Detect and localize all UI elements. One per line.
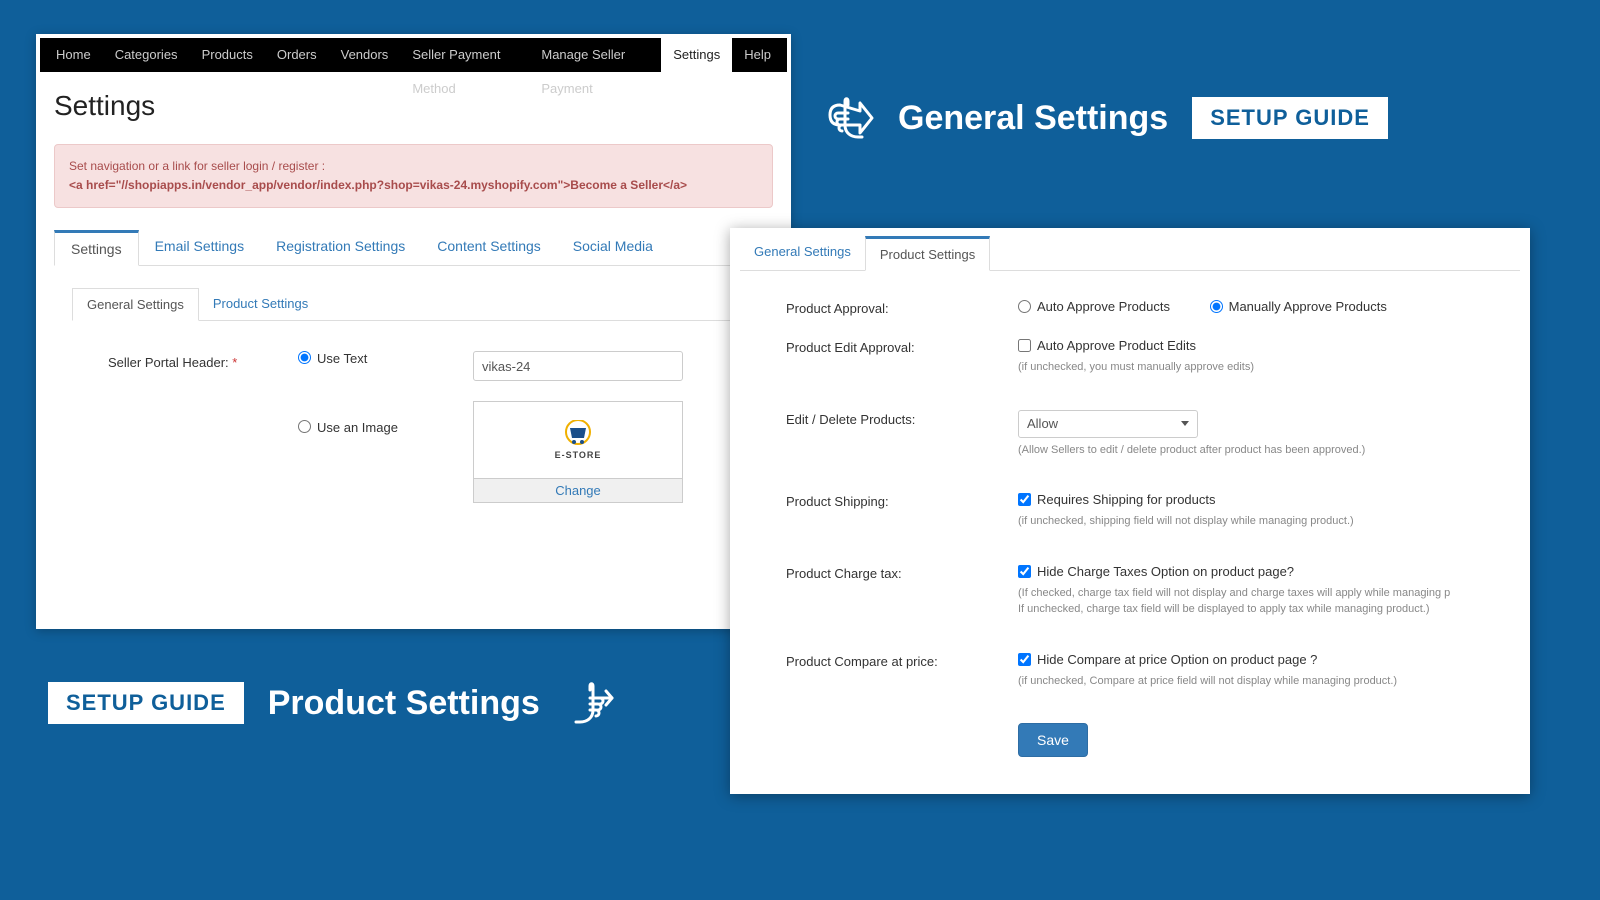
row-seller-portal-header: Seller Portal Header: * Use Text Use an …: [108, 351, 763, 503]
radio-manual-approve-input[interactable]: [1210, 300, 1223, 313]
check-auto-approve-edits-input[interactable]: [1018, 339, 1031, 352]
radio-auto-approve[interactable]: Auto Approve Products: [1018, 299, 1170, 314]
nav-orders[interactable]: Orders: [265, 38, 329, 72]
input-portal-header-text[interactable]: [473, 351, 683, 381]
top-nav: Home Categories Products Orders Vendors …: [40, 38, 787, 72]
estore-logo-icon: [561, 420, 595, 448]
hint-tax2: If unchecked, charge tax field will be d…: [1018, 601, 1520, 618]
tab-social-media[interactable]: Social Media: [557, 230, 669, 265]
setup-guide-badge-bottom: SETUP GUIDE: [48, 682, 244, 724]
label-edit-delete-products: Edit / Delete Products:: [786, 410, 1018, 459]
portal-header-image-box: E-STORE Change: [473, 401, 683, 503]
radio-use-image[interactable]: Use an Image: [298, 420, 473, 435]
header-general: General Settings SETUP GUIDE: [820, 95, 1388, 141]
radio-auto-approve-input[interactable]: [1018, 300, 1031, 313]
check-hide-compare-price[interactable]: Hide Compare at price Option on product …: [1018, 652, 1317, 667]
alert-seller-link: Set navigation or a link for seller logi…: [54, 144, 773, 208]
radio-use-text[interactable]: Use Text: [298, 351, 473, 366]
nav-seller-payment-method[interactable]: Seller Payment Method: [400, 38, 529, 72]
label-product-approval: Product Approval:: [786, 299, 1018, 316]
headline-product: Product Settings: [268, 684, 540, 723]
tab-product-settings[interactable]: Product Settings: [199, 288, 322, 320]
row-edit-delete-products: Edit / Delete Products: Allow (Allow Sel…: [786, 410, 1520, 459]
check-hide-charge-taxes-input[interactable]: [1018, 565, 1031, 578]
tabs-outer: Settings Email Settings Registration Set…: [54, 230, 773, 266]
radio-use-text-input[interactable]: [298, 351, 311, 364]
alert-line1: Set navigation or a link for seller logi…: [69, 157, 758, 176]
check-requires-shipping[interactable]: Requires Shipping for products: [1018, 492, 1216, 507]
row-save: Save: [786, 723, 1520, 757]
label-product-shipping: Product Shipping:: [786, 492, 1018, 530]
row-product-compare-price: Product Compare at price: Hide Compare a…: [786, 652, 1520, 690]
headline-general: General Settings: [898, 99, 1168, 138]
hint-edit-delete: (Allow Sellers to edit / delete product …: [1018, 442, 1520, 459]
radio-use-image-input[interactable]: [298, 420, 311, 433]
rtab-product-settings[interactable]: Product Settings: [865, 236, 990, 271]
nav-products[interactable]: Products: [190, 38, 265, 72]
tab-general-settings[interactable]: General Settings: [72, 288, 199, 321]
label-seller-portal-header: Seller Portal Header: *: [108, 351, 298, 503]
row-product-charge-tax: Product Charge tax: Hide Charge Taxes Op…: [786, 564, 1520, 618]
hint-compare: (if unchecked, Compare at price field wi…: [1018, 673, 1520, 690]
setup-guide-badge-top: SETUP GUIDE: [1192, 97, 1388, 139]
estore-logo-label: E-STORE: [555, 450, 602, 460]
tab-registration-settings[interactable]: Registration Settings: [260, 230, 421, 265]
window-general-settings: Home Categories Products Orders Vendors …: [36, 34, 791, 629]
save-button[interactable]: Save: [1018, 723, 1088, 757]
nav-settings[interactable]: Settings: [661, 38, 732, 72]
nav-home[interactable]: Home: [44, 38, 103, 72]
row-product-approval: Product Approval: Auto Approve Products …: [786, 299, 1520, 316]
nav-manage-seller-payment[interactable]: Manage Seller Payment: [529, 38, 661, 72]
row-product-edit-approval: Product Edit Approval: Auto Approve Prod…: [786, 338, 1520, 376]
hand-left-icon: [820, 95, 874, 141]
select-edit-delete-value: Allow: [1027, 416, 1058, 431]
nav-categories[interactable]: Categories: [103, 38, 190, 72]
nav-help[interactable]: Help: [732, 38, 783, 72]
radio-manual-approve[interactable]: Manually Approve Products: [1210, 299, 1387, 314]
row-product-shipping: Product Shipping: Requires Shipping for …: [786, 492, 1520, 530]
hint-tax1: (If checked, charge tax field will not d…: [1018, 585, 1520, 602]
chevron-down-icon: [1181, 421, 1189, 426]
window-product-settings: General Settings Product Settings Produc…: [730, 228, 1530, 794]
header-product: SETUP GUIDE Product Settings: [48, 680, 618, 726]
tab-email-settings[interactable]: Email Settings: [139, 230, 260, 265]
label-product-compare-price: Product Compare at price:: [786, 652, 1018, 690]
check-requires-shipping-input[interactable]: [1018, 493, 1031, 506]
alert-line2: <a href="//shopiapps.in/vendor_app/vendo…: [69, 176, 758, 195]
label-product-charge-tax: Product Charge tax:: [786, 564, 1018, 618]
check-auto-approve-edits[interactable]: Auto Approve Product Edits: [1018, 338, 1196, 353]
change-image-button[interactable]: Change: [474, 478, 682, 502]
tab-settings[interactable]: Settings: [54, 230, 139, 266]
select-edit-delete[interactable]: Allow: [1018, 410, 1198, 438]
label-product-edit-approval: Product Edit Approval:: [786, 338, 1018, 376]
tabs-inner: General Settings Product Settings: [72, 288, 773, 321]
tab-content-settings[interactable]: Content Settings: [421, 230, 557, 265]
hint-shipping: (if unchecked, shipping field will not d…: [1018, 513, 1520, 530]
check-hide-compare-price-input[interactable]: [1018, 653, 1031, 666]
hand-right-icon: [564, 680, 618, 726]
hint-edit-approval: (if unchecked, you must manually approve…: [1018, 359, 1520, 376]
check-hide-charge-taxes[interactable]: Hide Charge Taxes Option on product page…: [1018, 564, 1294, 579]
nav-vendors[interactable]: Vendors: [329, 38, 401, 72]
rtab-general-settings[interactable]: General Settings: [740, 236, 865, 270]
tabs-right: General Settings Product Settings: [740, 236, 1520, 271]
